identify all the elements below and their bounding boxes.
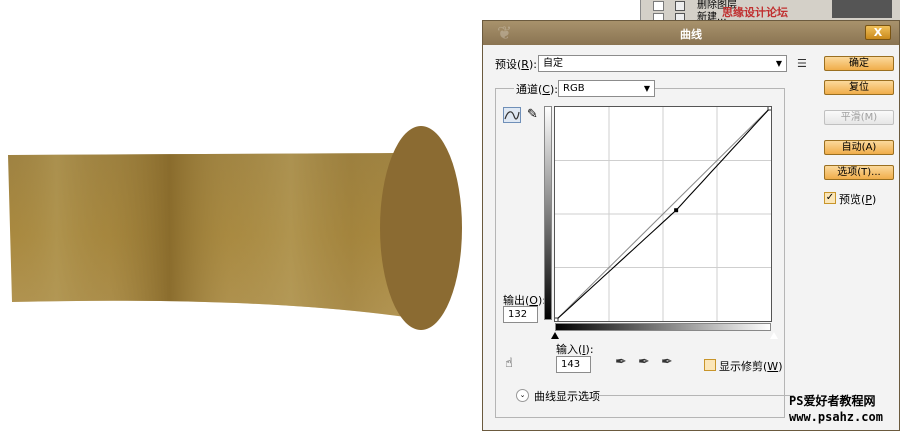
expand-chevron-icon[interactable]: ⌄ (516, 389, 529, 402)
cylinder-highlight (8, 153, 412, 318)
preset-value: 自定 (543, 58, 563, 69)
trash-icon (675, 1, 685, 11)
preview-label: 预览(P) (839, 191, 876, 207)
screenshot: 删除图层 新建... ▭ 思缘设计论坛 WWW.MISSYUAN.COM ❦ 曲… (0, 0, 900, 431)
channel-label-text: 通道( (516, 83, 543, 96)
preset-options-icon[interactable]: ☰ (797, 57, 807, 70)
channel-select[interactable]: RGB ▼ (558, 80, 655, 97)
input-gradient-bar (555, 323, 771, 331)
preset-label: 预设(R): (495, 56, 537, 72)
channel-label-end: ): (549, 83, 558, 96)
curve-endpoint-white (767, 107, 771, 111)
preset-label-text: 预设( (495, 58, 522, 71)
dialog-titlebar[interactable]: ❦ 曲线 X (483, 21, 899, 45)
layer-visibility-checkbox[interactable] (653, 1, 664, 11)
output-gradient-bar (544, 106, 552, 320)
black-eyedropper-icon[interactable]: ✒ (615, 354, 627, 370)
close-button[interactable]: X (865, 25, 891, 40)
curves-dialog: ❦ 曲线 X 预设(R): 自定 ▼ ☰ 通道(C): RGB ▼ ✎ 输出(O… (482, 20, 900, 431)
curve-control-point (674, 208, 679, 213)
ok-button[interactable]: 确定 (824, 56, 894, 71)
show-clipping-label: 显示修剪(W) (719, 358, 782, 374)
input-label-text: 输入( (556, 343, 583, 356)
pencil-tool-icon[interactable]: ✎ (527, 107, 543, 123)
channel-label: 通道(C): (514, 81, 560, 97)
preview-label-end: ) (871, 193, 877, 206)
show-clipping-label-text: 显示修剪( (719, 360, 768, 373)
gray-eyedropper-icon[interactable]: ✒ (638, 354, 650, 370)
dialog-title: 曲线 (680, 28, 702, 41)
site-logo: PS爱好者教程网 www.psahz.com (789, 393, 883, 425)
on-image-adjust-hand-icon[interactable]: ☝ (505, 356, 513, 371)
white-point-slider[interactable] (769, 331, 779, 340)
black-point-slider[interactable] (551, 332, 559, 339)
divider (598, 395, 794, 396)
preset-label-end: ): (528, 58, 537, 71)
dropdown-arrow-icon: ▼ (775, 59, 782, 68)
channel-label-key: C (542, 83, 550, 96)
show-clipping-label-key: W (767, 360, 779, 373)
dropdown-arrow-icon: ▼ (643, 84, 650, 93)
input-field[interactable]: 143 (556, 356, 591, 373)
preview-checkbox[interactable]: ✓ (824, 192, 836, 204)
input-label-end: ): (585, 343, 594, 356)
canvas-artwork (8, 126, 462, 330)
curve-endpoint-black (555, 317, 559, 321)
input-label: 输入(I): (556, 341, 594, 357)
show-clipping-checkbox[interactable] (704, 359, 716, 371)
channel-value: RGB (563, 83, 585, 94)
cylinder-end-cap (380, 126, 462, 330)
curve-display-options-label: 曲线显示选项 (534, 390, 600, 403)
smooth-button[interactable]: 平滑(M) (824, 110, 894, 125)
show-clipping-label-end: ) (778, 360, 783, 373)
preset-label-key: R (521, 58, 529, 71)
output-field[interactable]: 132 (503, 306, 538, 323)
curve-point-tool-icon[interactable] (503, 107, 521, 123)
options-button[interactable]: 选项(T)... (824, 165, 894, 180)
curve-graph[interactable] (554, 106, 772, 322)
preview-label-key: P (865, 193, 872, 206)
reset-button[interactable]: 复位 (824, 80, 894, 95)
auto-button[interactable]: 自动(A) (824, 140, 894, 155)
white-eyedropper-icon[interactable]: ✒ (661, 354, 673, 370)
preview-label-text: 预览( (839, 193, 866, 206)
site-logo-name: PS爱好者教程网 (789, 394, 876, 408)
site-logo-url: www.psahz.com (789, 410, 883, 424)
preset-select[interactable]: 自定 ▼ (538, 55, 787, 72)
